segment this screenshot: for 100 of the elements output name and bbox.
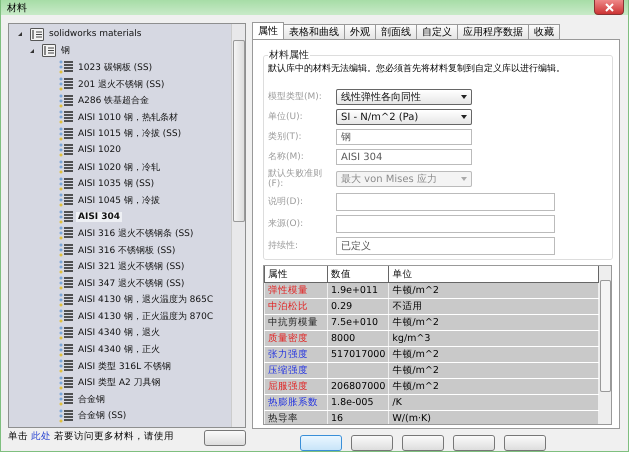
tree-item[interactable]: AISI 1015 钢，冷拔 (SS) xyxy=(76,127,184,140)
table-cell: 弹性模量 xyxy=(264,282,328,298)
tree-item[interactable]: AISI 1020 xyxy=(76,145,123,156)
table-cell: 牛顿/m^2 xyxy=(388,362,598,378)
table-cell: kg/m^3 xyxy=(388,330,598,346)
close-button[interactable] xyxy=(594,0,624,15)
tab[interactable]: 表格和曲线 xyxy=(283,24,345,39)
expand-arrow-icon[interactable] xyxy=(18,32,22,36)
table-cell: W/(m·K) xyxy=(388,410,598,424)
dialog-button[interactable] xyxy=(453,435,495,451)
table-cell: 0.29 xyxy=(328,298,389,314)
column-header: 单位 xyxy=(388,266,598,282)
table-cell: 质量密度 xyxy=(264,330,328,346)
material-icon xyxy=(59,226,73,240)
field-label: 名称(M): xyxy=(268,152,305,162)
table-cell xyxy=(328,362,389,378)
tree-item[interactable]: AISI 1045 钢，冷拔 xyxy=(76,194,162,207)
field-label: 来源(O): xyxy=(268,219,304,229)
table-cell: 517017000 xyxy=(328,346,389,362)
table-cell: 屈服强度 xyxy=(264,378,328,394)
scroll-thumb[interactable] xyxy=(600,280,610,392)
input-field[interactable]: 钢 xyxy=(336,129,472,145)
field-label: 默认失败准则(F): xyxy=(268,169,323,189)
table-cell: 1.9e+011 xyxy=(328,282,389,298)
input-field[interactable] xyxy=(336,215,555,233)
tree-item[interactable]: AISI 316 不锈钢板 (SS) xyxy=(76,244,178,257)
tree-item[interactable]: 合金钢 (SS) xyxy=(76,409,128,422)
tab[interactable]: 属性 xyxy=(252,22,284,39)
material-icon xyxy=(59,243,73,258)
folder-icon xyxy=(42,44,56,58)
dialog-button[interactable] xyxy=(402,435,444,451)
material-icon xyxy=(59,210,73,224)
tree-item[interactable]: AISI 304 xyxy=(76,212,122,222)
tab[interactable]: 自定义 xyxy=(416,24,458,39)
table-cell: 牛顿/m^2 xyxy=(388,314,598,330)
field-label: 说明(D): xyxy=(268,197,304,207)
tree-item[interactable]: AISI 4340 钢，退火 xyxy=(76,326,162,340)
material-icon xyxy=(59,292,73,307)
tree-folder[interactable]: 钢 xyxy=(59,44,72,58)
table-cell: 不适用 xyxy=(388,298,598,314)
tree-item[interactable]: AISI 321 退火不锈钢 (SS) xyxy=(76,260,186,274)
expand-arrow-icon[interactable] xyxy=(30,48,34,53)
tree-item[interactable]: AISI 4130 钢，退火温度为 865C xyxy=(76,293,216,306)
input-field[interactable] xyxy=(336,193,555,211)
scrollbar[interactable] xyxy=(231,24,245,427)
scrollbar[interactable] xyxy=(599,266,611,424)
tree-item[interactable]: AISI 347 退火不锈钢 (SS) xyxy=(76,276,186,290)
tree-item[interactable]: AISI 4340 钢，正火 xyxy=(76,343,162,356)
dialog-button[interactable] xyxy=(351,435,393,451)
material-icon xyxy=(59,193,73,208)
tree-item[interactable]: A286 铁基超合金 xyxy=(76,94,152,108)
material-icon xyxy=(59,110,73,124)
tab[interactable]: 外观 xyxy=(344,24,376,39)
material-icon xyxy=(59,408,73,423)
dialog-button[interactable] xyxy=(504,435,546,451)
field-label: 类别(T): xyxy=(268,132,303,142)
tab[interactable]: 剖面线 xyxy=(375,24,417,39)
input-field[interactable]: AISI 304 xyxy=(336,149,472,165)
tree-item[interactable]: AISI 316 退火不锈钢条 (SS) xyxy=(76,226,196,240)
material-icon xyxy=(59,276,73,290)
tree-item[interactable]: 201 退火不锈钢 (SS) xyxy=(76,78,166,91)
here-link[interactable]: 此处 xyxy=(31,431,52,442)
material-icon xyxy=(59,94,73,108)
tree-item[interactable]: 1023 碳钢板 (SS) xyxy=(76,60,154,74)
material-icon xyxy=(59,77,73,92)
scroll-thumb[interactable] xyxy=(232,40,244,222)
tree-item[interactable]: AISI 1010 钢，热轧条材 xyxy=(76,110,180,124)
table-cell: 16 xyxy=(328,410,389,424)
tree-item[interactable]: AISI 1020 钢，冷轧 xyxy=(76,160,162,174)
tree-item[interactable]: AISI 类型 316L 不锈钢 xyxy=(76,360,173,373)
table-cell: 牛顿/m^2 xyxy=(388,346,598,362)
table-cell: 7.5e+010 xyxy=(328,314,389,330)
table-cell: 张力强度 xyxy=(264,346,328,362)
tree-item[interactable]: AISI 4130 钢，正火温度为 870C xyxy=(76,310,216,323)
tree-button[interactable] xyxy=(204,430,246,446)
table-cell: 中抗剪模量 xyxy=(264,314,328,330)
table-cell: /K xyxy=(388,394,598,410)
tree-item[interactable]: AISI 类型 A2 刀具钢 xyxy=(76,376,163,390)
table-cell: 中泊松比 xyxy=(264,298,328,314)
tree-item[interactable]: AISI 1035 钢 (SS) xyxy=(76,177,156,190)
column-header: 属性 xyxy=(264,266,328,282)
table-cell: 牛顿/m^2 xyxy=(388,282,598,298)
material-icon xyxy=(59,126,73,141)
table-cell: 热导率 xyxy=(264,410,328,424)
dropdown[interactable]: SI - N/m^2 (Pa) xyxy=(336,109,472,125)
material-icon xyxy=(59,309,73,324)
tree-item[interactable]: 合金钢 xyxy=(76,392,107,406)
table-cell: 206807000 xyxy=(328,378,389,394)
table-cell: 压缩强度 xyxy=(264,362,328,378)
dropdown[interactable]: 线性弹性各向同性 xyxy=(336,89,472,105)
window-title: 材料 xyxy=(7,2,27,14)
dialog-button[interactable] xyxy=(300,435,342,451)
input-field[interactable]: 已定义 xyxy=(336,237,555,255)
table-cell: 8000 xyxy=(328,330,389,346)
material-icon xyxy=(59,176,73,191)
tab[interactable]: 收藏 xyxy=(528,24,560,39)
column-header: 数值 xyxy=(328,266,389,282)
tree-folder[interactable]: solidworks materials xyxy=(47,29,144,40)
tab[interactable]: 应用程序数据 xyxy=(457,24,529,39)
material-icon xyxy=(59,143,73,158)
